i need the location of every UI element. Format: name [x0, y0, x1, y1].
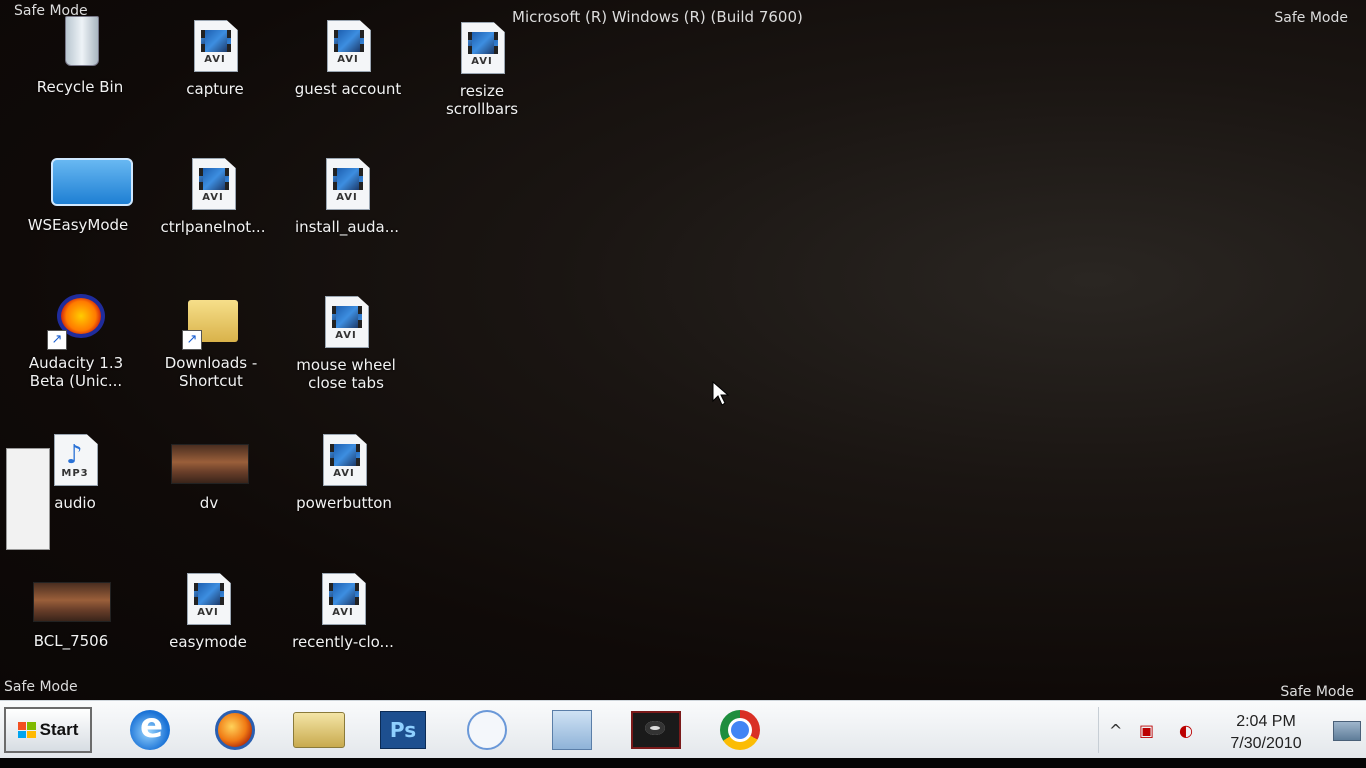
- remote-connection-icon: [467, 710, 507, 750]
- windows-flag-icon: [17, 722, 36, 738]
- windows-build-watermark: Microsoft (R) Windows (R) (Build 7600): [512, 8, 803, 26]
- desktop-icon-easymode[interactable]: AVI easymode: [143, 571, 273, 651]
- desktop-icon-recycle-bin[interactable]: Recycle Bin: [15, 16, 145, 96]
- desktop-icon-guest-account[interactable]: AVI guest account: [283, 18, 413, 98]
- taskbar-firefox[interactable]: [207, 707, 263, 753]
- firefox-icon: [215, 710, 255, 750]
- start-button[interactable]: Start: [4, 707, 92, 753]
- icon-label: powerbutton: [296, 494, 392, 512]
- avi-file-icon: AVI: [318, 156, 376, 214]
- taskbar-eye-app[interactable]: [628, 707, 684, 753]
- desktop-icon-capture[interactable]: AVI capture: [150, 18, 280, 98]
- icon-label: mouse wheel close tabs: [296, 356, 396, 392]
- show-desktop-button[interactable]: [1333, 721, 1361, 741]
- desktop-icon-dv[interactable]: dv: [144, 432, 274, 512]
- icon-label: ctrlpanelnot...: [160, 218, 266, 236]
- show-hidden-icons-chevron-icon[interactable]: ^: [1109, 721, 1122, 740]
- avi-file-icon: AVI: [314, 571, 372, 629]
- desktop-icon-audio[interactable]: ♪ MP3 audio: [10, 432, 140, 512]
- volume-muted-icon[interactable]: ◐: [1179, 721, 1193, 740]
- taskbar-remote-connection[interactable]: [459, 707, 515, 753]
- music-note-icon: ♪: [66, 440, 83, 470]
- calculator-icon: [552, 710, 592, 750]
- avi-file-icon: AVI: [319, 18, 377, 76]
- desktop-icon-powerbutton[interactable]: AVI powerbutton: [279, 432, 409, 512]
- mouse-cursor-icon: [712, 381, 730, 406]
- desktop-icon-downloads-shortcut[interactable]: ↗ Downloads - Shortcut: [146, 292, 276, 390]
- shortcut-arrow-icon: ↗: [47, 330, 67, 350]
- desktop-icon-ctrlpanelnot[interactable]: AVI ctrlpanelnot...: [148, 156, 278, 236]
- clock-date[interactable]: 7/30/2010: [1211, 735, 1321, 753]
- safe-mode-watermark-top-right: Safe Mode: [1274, 10, 1348, 26]
- start-label: Start: [39, 720, 79, 739]
- avi-file-icon: AVI: [317, 294, 375, 352]
- chrome-icon: [720, 710, 760, 750]
- wseasymode-icon: [51, 158, 133, 206]
- desktop-icon-recently-closed[interactable]: AVI recently-clo...: [278, 571, 408, 651]
- icon-label: WSEasyMode: [27, 216, 129, 234]
- photoshop-icon: Ps: [380, 711, 426, 749]
- shortcut-arrow-icon: ↗: [182, 330, 202, 350]
- taskbar-windows-explorer[interactable]: [291, 707, 347, 753]
- icon-label: install_auda...: [294, 218, 400, 236]
- windows-explorer-icon: [293, 712, 345, 748]
- clock-time[interactable]: 2:04 PM: [1211, 713, 1321, 731]
- taskbar-calculator[interactable]: [544, 707, 600, 753]
- eye-app-icon: [631, 711, 681, 749]
- image-thumbnail-icon: [33, 582, 111, 622]
- icon-label: Downloads - Shortcut: [164, 354, 258, 390]
- avi-file-icon: AVI: [453, 20, 511, 78]
- recycle-bin-icon: [65, 16, 99, 66]
- system-tray: ^ ▣ ◐ 2:04 PM 7/30/2010: [1098, 707, 1366, 753]
- mp3-file-icon: ♪ MP3: [46, 432, 104, 490]
- icon-label: guest account: [294, 80, 402, 98]
- avi-file-icon: AVI: [184, 156, 242, 214]
- icon-label: recently-clo...: [292, 633, 394, 651]
- safe-mode-watermark-bottom-right: Safe Mode: [1280, 684, 1354, 700]
- desktop-icon-bcl-7506[interactable]: BCL_7506: [6, 570, 136, 650]
- icon-label: Audacity 1.3 Beta (Unic...: [28, 354, 124, 390]
- icon-label: dv: [199, 494, 219, 512]
- image-thumbnail-icon: [171, 444, 249, 484]
- safe-mode-watermark-bottom-left: Safe Mode: [4, 679, 78, 695]
- avi-file-icon: AVI: [186, 18, 244, 76]
- desktop-icon-install-auda[interactable]: AVI install_auda...: [282, 156, 412, 236]
- taskbar-internet-explorer[interactable]: [122, 706, 178, 753]
- taskbar: Start Ps ^ ▣ ◐ 2:04 PM 7/30/2010: [0, 700, 1366, 759]
- icon-label: audio: [54, 494, 96, 512]
- avi-file-icon: AVI: [315, 432, 373, 490]
- desktop-icon-audacity[interactable]: ↗ Audacity 1.3 Beta (Unic...: [11, 292, 141, 390]
- desktop[interactable]: Safe Mode Microsoft (R) Windows (R) (Bui…: [0, 0, 1366, 700]
- icon-label: BCL_7506: [33, 632, 109, 650]
- icon-label: capture: [186, 80, 244, 98]
- taskbar-photoshop[interactable]: Ps: [375, 707, 431, 753]
- desktop-icon-mouse-wheel-close-tabs[interactable]: AVI mouse wheel close tabs: [281, 294, 411, 392]
- avi-file-icon: AVI: [179, 571, 237, 629]
- icon-label: Recycle Bin: [36, 78, 124, 96]
- icon-label: easymode: [169, 633, 247, 651]
- network-disconnected-icon[interactable]: ▣: [1139, 721, 1154, 740]
- taskbar-chrome[interactable]: [712, 707, 768, 753]
- screen-bezel: [0, 758, 1366, 768]
- internet-explorer-icon: [130, 706, 170, 750]
- desktop-icon-wseasymode[interactable]: WSEasyMode: [13, 154, 143, 234]
- desktop-icon-resize-scrollbars[interactable]: AVI resize scrollbars: [417, 20, 547, 118]
- icon-label: resize scrollbars: [445, 82, 519, 118]
